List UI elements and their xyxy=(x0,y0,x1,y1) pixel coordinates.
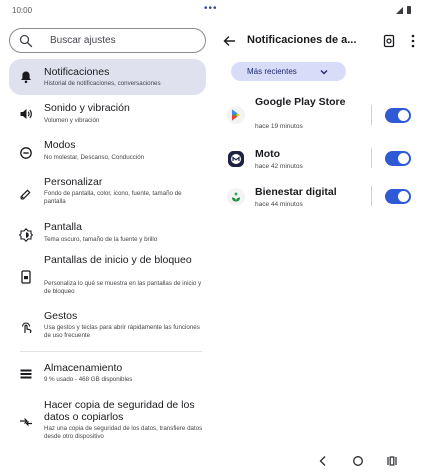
gesture-icon xyxy=(22,322,32,334)
app-time: hace 42 minutos xyxy=(255,163,303,170)
separator xyxy=(371,148,372,168)
menu-item-subtitle: Historial de notificaciones, conversacio… xyxy=(44,80,161,87)
do-not-disturb-icon xyxy=(20,147,32,159)
moto-icon xyxy=(228,151,244,167)
google-play-icon xyxy=(227,106,245,124)
nav-recents-icon[interactable] xyxy=(386,455,398,467)
menu-item-sound[interactable]: Sonido y vibración Volumen y vibración xyxy=(9,96,206,132)
menu-item-backup[interactable]: Hacer copia de seguridad de los datos o … xyxy=(9,396,206,448)
search-bar[interactable]: Buscar ajustes xyxy=(9,28,206,53)
notifications-detail-panel: Notificaciones de a... Más recientes Goo… xyxy=(214,22,428,476)
menu-item-subtitle: Volumen y vibración xyxy=(44,117,100,124)
app-time: hace 19 minutos xyxy=(255,123,303,130)
menu-item-notifications[interactable]: Notificaciones Historial de notificacion… xyxy=(9,59,206,95)
menu-item-title: Modos xyxy=(44,139,76,151)
status-indicator: ••• xyxy=(204,3,218,14)
sort-filter-label: Más recientes xyxy=(247,67,297,76)
settings-panel: Buscar ajustes Notificaciones Historial … xyxy=(0,22,214,476)
digital-wellbeing-icon xyxy=(227,188,245,206)
notifications-toggle[interactable] xyxy=(385,151,411,166)
divider xyxy=(20,351,202,352)
menu-item-personalize[interactable]: Personalizar Fondo de pantalla, color, i… xyxy=(9,172,206,216)
menu-item-home-lock-screens[interactable]: Pantallas de inicio y de bloqueo Persona… xyxy=(9,252,206,304)
notifications-toggle[interactable] xyxy=(385,108,411,123)
menu-item-title: Gestos xyxy=(44,310,78,322)
menu-item-title: Hacer copia de seguridad de los datos o … xyxy=(44,399,195,423)
app-time: hace 44 minutos xyxy=(255,201,303,208)
menu-item-storage[interactable]: Almacenamiento 9 % usado - 468 GB dispon… xyxy=(9,358,206,390)
storage-icon xyxy=(20,369,32,379)
menu-item-subtitle: No molestar, Descanso, Conducción xyxy=(44,154,145,161)
search-icon xyxy=(19,34,33,48)
menu-item-display[interactable]: Pantalla Tema oscuro, tamaño de la fuent… xyxy=(9,216,206,252)
app-row-digital-wellbeing[interactable]: Bienestar digital hace 44 minutos xyxy=(214,183,428,213)
palette-icon xyxy=(20,189,31,200)
menu-item-subtitle: Fondo de pantalla, color, icono, fuente,… xyxy=(44,190,182,205)
menu-item-gestures[interactable]: Gestos Usa gestos y teclas para abrir rá… xyxy=(9,308,206,344)
more-options-icon[interactable] xyxy=(410,33,416,49)
back-arrow-icon[interactable] xyxy=(222,34,236,48)
menu-item-subtitle: Personaliza lo qué se muestra en las pan… xyxy=(44,280,202,295)
menu-item-title: Pantalla xyxy=(44,221,82,233)
menu-item-subtitle: 9 % usado - 468 GB disponibles xyxy=(44,376,133,383)
signal-battery-icon xyxy=(396,6,411,14)
menu-item-title: Sonido y vibración xyxy=(44,102,130,114)
menu-item-title: Almacenamiento xyxy=(44,362,123,374)
app-name: Google Play Store xyxy=(255,96,346,108)
app-row-google-play[interactable]: Google Play Store hace 19 minutos xyxy=(214,94,428,136)
document-icon[interactable] xyxy=(382,34,396,48)
menu-item-subtitle: Usa gestos y teclas para abrir rápidamen… xyxy=(44,324,200,339)
brightness-icon xyxy=(19,228,33,242)
menu-item-modes[interactable]: Modos No molestar, Descanso, Conducción xyxy=(9,134,206,170)
separator xyxy=(371,186,372,206)
menu-item-subtitle: Haz una copia de seguridad de los datos,… xyxy=(44,425,203,440)
menu-item-title: Personalizar xyxy=(44,176,103,188)
phone-lock-icon xyxy=(21,270,31,284)
bell-icon xyxy=(21,71,31,84)
detail-title: Notificaciones de a... xyxy=(247,34,357,46)
search-placeholder: Buscar ajustes xyxy=(50,35,116,46)
menu-item-title: Pantallas de inicio y de bloqueo xyxy=(44,254,192,266)
chevron-down-icon xyxy=(320,70,328,75)
separator xyxy=(371,105,372,125)
sort-filter-chip[interactable]: Más recientes xyxy=(231,62,346,81)
app-name: Bienestar digital xyxy=(255,186,337,198)
status-time: 10:00 xyxy=(12,6,33,15)
transfer-icon xyxy=(20,418,32,426)
status-bar: 10:00 ••• xyxy=(0,0,428,22)
notifications-toggle[interactable] xyxy=(385,189,411,204)
menu-item-subtitle: Tema oscuro, tamaño de la fuente y brill… xyxy=(44,236,158,243)
nav-home-icon[interactable] xyxy=(352,455,364,467)
app-row-moto[interactable]: Moto hace 42 minutos xyxy=(214,145,428,175)
app-name: Moto xyxy=(255,148,281,160)
speaker-icon xyxy=(20,109,32,119)
nav-back-icon[interactable] xyxy=(318,455,328,467)
menu-item-title: Notificaciones xyxy=(44,66,110,78)
